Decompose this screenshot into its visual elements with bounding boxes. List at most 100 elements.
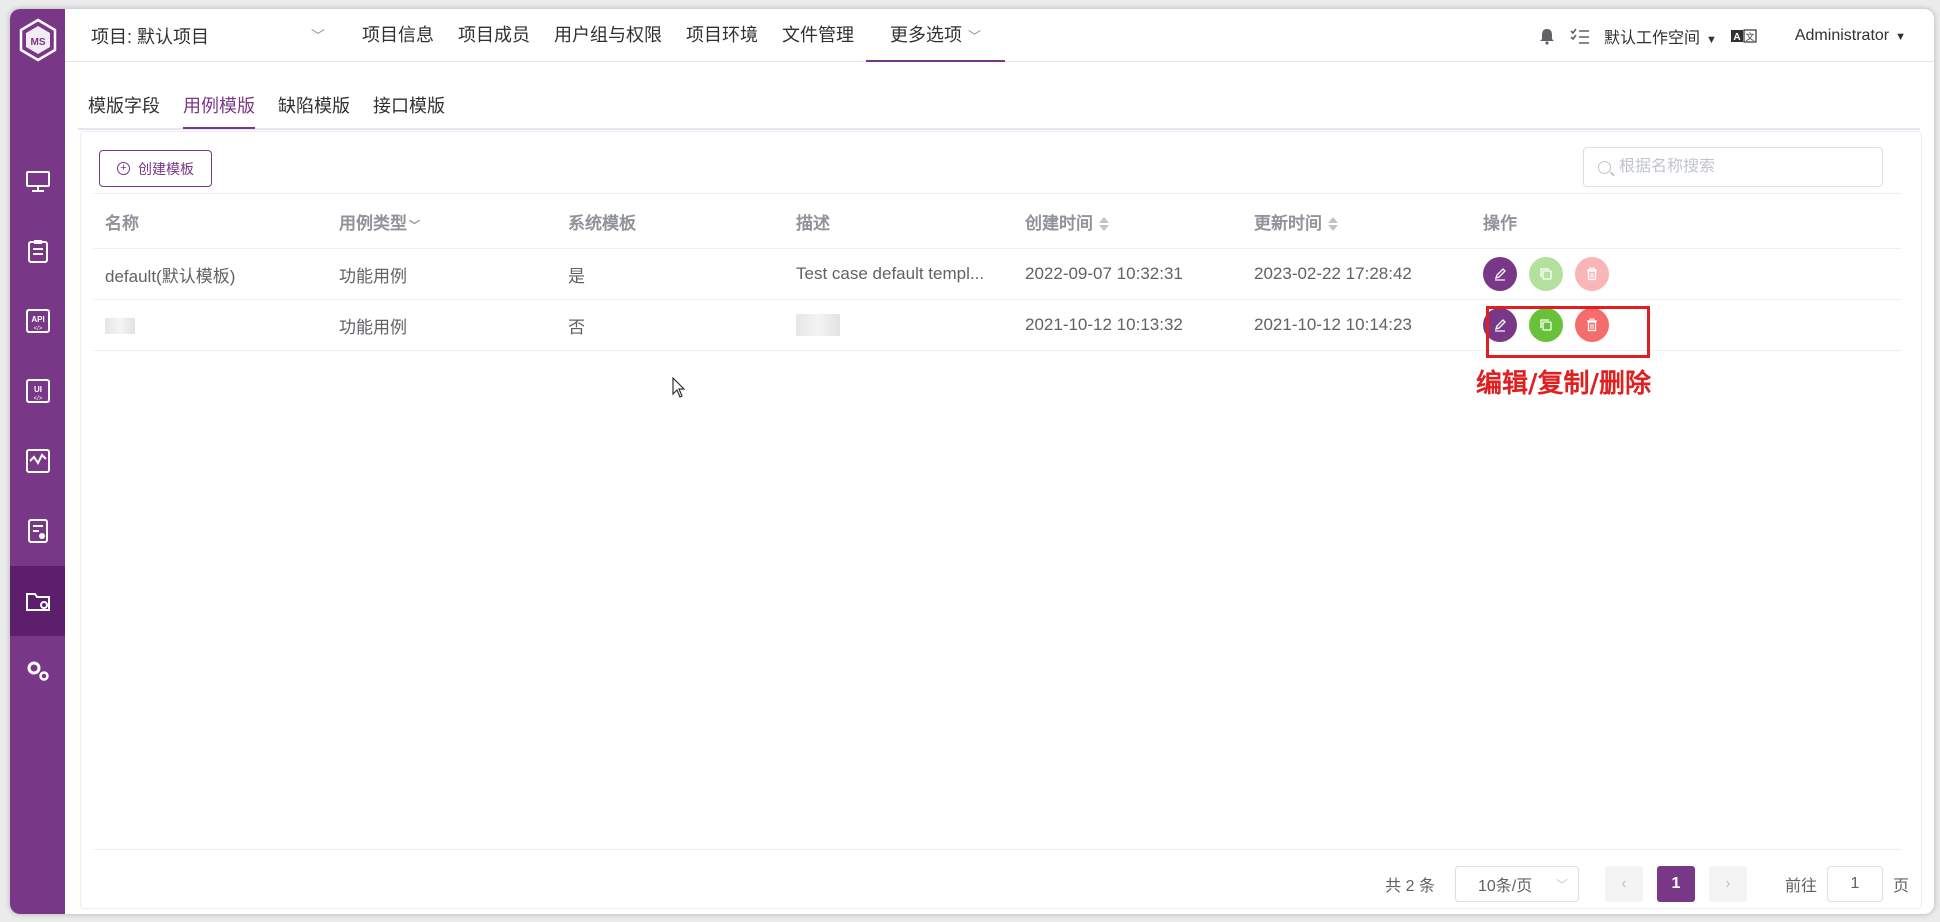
tab-template-fields[interactable]: 模版字段 [88,92,160,129]
col-created-label: 创建时间 [1025,213,1093,233]
row-desc: Test case default templ... [796,264,985,283]
delete-button[interactable] [1575,257,1609,291]
chevron-down-icon: ﹀ [409,219,420,232]
page-size-select[interactable]: 10条/页 ﹀ [1454,866,1579,902]
sidebar-item-api[interactable]: API </> [10,286,65,356]
page-number-current[interactable]: 1 [1656,866,1695,902]
create-template-button[interactable]: + 创建模板 [99,150,212,187]
language-icon[interactable]: A文 [1730,28,1757,43]
nav-user-groups[interactable]: 用户组与权限 [542,9,674,62]
clipboard-icon [27,240,48,263]
pagination: 共 2 条 10条/页 ﹀ ‹ 1 › 前往 页 [1385,865,1909,903]
col-updated-label: 更新时间 [1254,213,1322,233]
svg-text:</>: </> [33,396,42,402]
col-case-type-label: 用例类型 [339,213,407,233]
sidebar: MS API </> UI </> [10,9,65,914]
row-updated: 2021-10-12 10:14:23 [1254,315,1412,334]
annotation-highlight-box [1486,306,1650,358]
sidebar-item-system-settings[interactable] [10,636,65,706]
task-list-icon[interactable] [1570,27,1590,45]
goto-page-input[interactable] [1826,866,1883,902]
row-created: 2022-09-07 10:32:31 [1025,264,1183,283]
sort-icon[interactable] [1099,216,1109,232]
search-icon [1598,160,1611,174]
sidebar-item-workstation[interactable] [10,146,65,216]
table-header: 名称 用例类型 ﹀ 系统模板 描述 创建时间 更新时间 操作 [93,193,1901,249]
svg-text:</>: </> [33,326,42,332]
sidebar-item-track[interactable] [10,216,65,286]
row-actions [1471,257,1901,291]
monitor-icon [25,171,50,192]
prev-page-button[interactable]: ‹ [1604,866,1643,902]
workspace-label: 默认工作空间 [1603,29,1700,47]
chevron-right-icon: › [1725,875,1731,892]
api-icon: API </> [25,309,50,333]
col-actions: 操作 [1483,213,1517,233]
col-updated[interactable]: 更新时间 [1242,209,1471,234]
sidebar-item-project-settings[interactable] [10,566,65,636]
project-select-label: 项目: 默认项目 [91,26,210,47]
svg-text:A: A [1733,32,1740,43]
sidebar-item-ui[interactable]: UI </> [10,356,65,426]
performance-icon [25,449,50,473]
search-input[interactable] [1619,158,1859,176]
pencil-icon [1494,268,1506,281]
user-menu[interactable]: Administrator ▼ [1795,27,1906,45]
page-unit-label: 页 [1892,878,1909,895]
page-jumper: 前往 页 [1785,866,1909,902]
row-type: 功能用例 [339,266,407,286]
svg-text:UI: UI [34,385,42,394]
nav-project-info[interactable]: 项目信息 [350,9,446,62]
divider [93,849,1901,850]
page-size-label: 10条/页 [1477,878,1533,895]
mouse-cursor-icon [672,377,686,398]
tab-case-template[interactable]: 用例模版 [183,92,255,129]
sidebar-item-performance[interactable] [10,426,65,496]
nav-more-label: 更多选项 [890,25,962,45]
nav-more-options[interactable]: 更多选项 ﹀ [866,9,1006,62]
sidebar-item-report[interactable] [10,496,65,566]
workspace-select[interactable]: 默认工作空间 ▼ [1604,24,1717,48]
folder-settings-icon [25,593,50,611]
svg-text:文: 文 [1745,31,1754,43]
tab-api-template[interactable]: 接口模版 [373,92,445,129]
bell-icon[interactable] [1538,27,1556,45]
col-system: 系统模板 [568,213,636,233]
goto-label: 前往 [1784,878,1817,895]
nav-project-members[interactable]: 项目成员 [446,9,542,62]
row-system: 是 [568,266,585,286]
search-box [1583,147,1883,187]
annotation-label: 编辑/复制/删除 [1476,369,1651,399]
row-name [93,315,327,335]
report-icon [27,519,48,543]
trash-icon [1587,267,1597,281]
copy-button[interactable] [1529,257,1563,291]
svg-text:API: API [31,315,44,324]
header-right: 默认工作空间 ▼ A文 Administrator ▼ [1538,9,1906,62]
nav-project-env[interactable]: 项目环境 [674,9,770,62]
ms-logo-icon[interactable]: MS [18,18,58,62]
col-created[interactable]: 创建时间 [1013,209,1242,234]
top-header: 项目: 默认项目 ﹀ 项目信息 项目成员 用户组与权限 项目环境 文件管理 更多… [65,9,1934,62]
pagination-total: 共 2 条 [1385,878,1435,895]
col-case-type[interactable]: 用例类型 ﹀ [327,209,556,234]
redacted-desc [796,314,840,336]
caret-down-icon: ▼ [1895,30,1906,43]
caret-down-icon: ▼ [1705,33,1717,46]
next-page-button[interactable]: › [1708,866,1747,902]
sort-icon[interactable] [1328,216,1338,232]
top-nav: 项目信息 项目成员 用户组与权限 项目环境 文件管理 更多选项 ﹀ [350,9,1006,62]
row-name: default(默认模板) [105,266,236,286]
edit-button[interactable] [1483,257,1517,291]
tab-issue-template[interactable]: 缺陷模版 [278,92,350,129]
plus-circle-icon: + [117,162,130,175]
col-name: 名称 [105,213,139,233]
nav-file-management[interactable]: 文件管理 [770,9,866,62]
create-template-label: 创建模板 [138,160,194,177]
table-row: default(默认模板) 功能用例 是 Test case default t… [93,249,1901,300]
row-type: 功能用例 [339,317,407,337]
user-name: Administrator [1794,26,1890,44]
chevron-down-icon: ﹀ [1555,877,1568,892]
project-select[interactable]: 项目: 默认项目 ﹀ [91,9,331,62]
template-panel: + 创建模板 名称 用例类型﹀ 系统模板 描述 创建时间 更新时间 操作 def… [80,131,1922,909]
